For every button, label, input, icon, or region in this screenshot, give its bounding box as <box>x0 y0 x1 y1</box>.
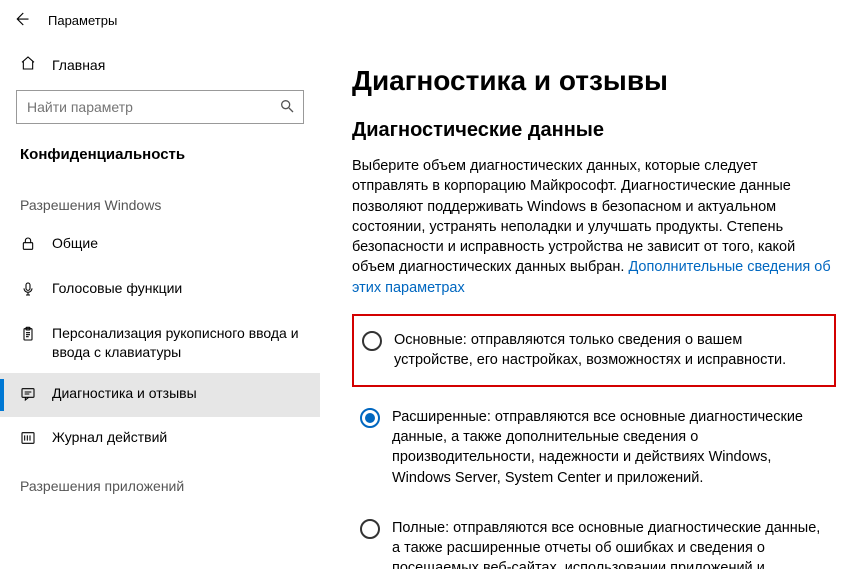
sidebar-section-title: Конфиденциальность <box>0 144 320 181</box>
diagnostic-option-full[interactable]: Полные: отправляются все основные диагно… <box>352 508 836 569</box>
lock-icon <box>20 236 36 257</box>
radio-label: Полные: отправляются все основные диагно… <box>392 518 826 569</box>
sidebar-item-label: Общие <box>52 234 304 253</box>
sidebar-item-activity[interactable]: Журнал действий <box>0 417 320 462</box>
home-icon <box>20 55 36 74</box>
clipboard-icon <box>20 326 36 347</box>
sidebar-item-label: Журнал действий <box>52 428 304 447</box>
feedback-icon <box>20 386 36 407</box>
search-input[interactable] <box>27 99 279 115</box>
radio-icon <box>360 519 380 539</box>
sidebar-item-label: Персонализация рукописного ввода и ввода… <box>52 324 304 362</box>
sidebar-item-general[interactable]: Общие <box>0 223 320 268</box>
sidebar-item-diagnostics[interactable]: Диагностика и отзывы <box>0 373 320 418</box>
intro-text: Выберите объем диагностических данных, к… <box>352 158 795 275</box>
radio-icon-selected <box>360 408 380 428</box>
sidebar-group-apps: Разрешения приложений <box>0 462 320 504</box>
activity-icon <box>20 430 36 451</box>
content: Главная Конфиденциальность Разрешения Wi… <box>0 37 856 569</box>
diagnostic-option-enhanced[interactable]: Расширенные: отправляются все основные д… <box>352 397 836 498</box>
intro-paragraph: Выберите объем диагностических данных, к… <box>352 156 836 298</box>
main-content: Диагностика и отзывы Диагностические дан… <box>320 37 856 569</box>
sidebar-group-windows: Разрешения Windows <box>0 181 320 223</box>
page-title: Диагностика и отзывы <box>352 65 836 97</box>
microphone-icon <box>20 281 36 302</box>
sidebar: Главная Конфиденциальность Разрешения Wi… <box>0 37 320 569</box>
back-button[interactable] <box>12 10 30 31</box>
window-title: Параметры <box>48 13 117 28</box>
sidebar-item-voice[interactable]: Голосовые функции <box>0 268 320 313</box>
sidebar-item-label: Диагностика и отзывы <box>52 384 304 403</box>
titlebar: Параметры <box>0 0 856 37</box>
radio-icon <box>362 331 382 351</box>
radio-label: Основные: отправляются только сведения о… <box>394 330 824 371</box>
sidebar-item-label: Голосовые функции <box>52 279 304 298</box>
sidebar-item-inking[interactable]: Персонализация рукописного ввода и ввода… <box>0 313 320 373</box>
sidebar-home-label: Главная <box>52 57 105 73</box>
search-box[interactable] <box>16 90 304 124</box>
diagnostic-option-basic[interactable]: Основные: отправляются только сведения о… <box>352 314 836 387</box>
radio-label: Расширенные: отправляются все основные д… <box>392 407 826 488</box>
sidebar-home[interactable]: Главная <box>0 37 320 90</box>
section-heading-diagnostic-data: Диагностические данные <box>352 119 836 142</box>
search-icon <box>279 98 295 117</box>
